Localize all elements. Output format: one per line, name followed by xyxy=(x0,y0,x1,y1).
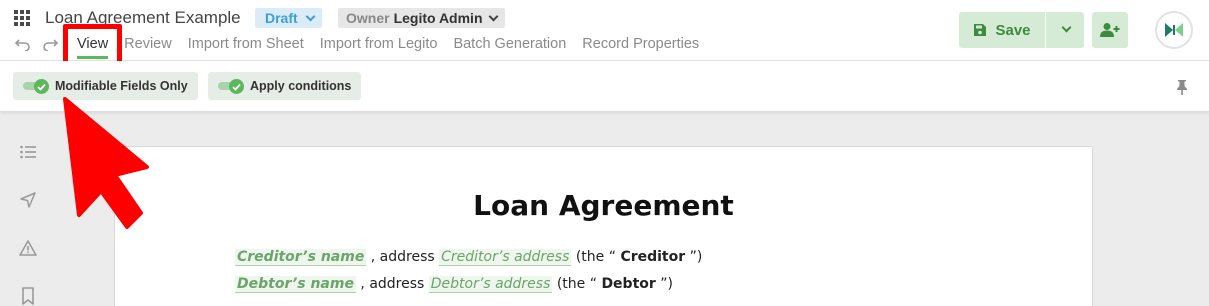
toggle-label: Apply conditions xyxy=(250,79,352,93)
apps-grid-icon[interactable] xyxy=(14,10,30,26)
logo-icon xyxy=(1165,23,1183,37)
floppy-disk-icon xyxy=(974,24,987,36)
term-creditor: Creditor xyxy=(620,249,686,265)
tab-import-from-sheet[interactable]: Import from Sheet xyxy=(188,36,304,52)
parties-line-creditor: Creditor’s name , address Creditor’s add… xyxy=(235,249,702,266)
bookmark-icon[interactable] xyxy=(19,287,37,305)
text-pre: (the “ xyxy=(575,249,616,265)
list-icon[interactable] xyxy=(19,143,37,161)
legito-logo xyxy=(1155,11,1193,49)
field-creditor-name[interactable]: Creditor’s name xyxy=(235,249,367,266)
text-sep: , address xyxy=(370,249,435,265)
save-label: Save xyxy=(995,21,1031,39)
chevron-down-icon xyxy=(1061,22,1072,33)
redo-icon[interactable] xyxy=(42,37,58,51)
tab-bar: View Review Import from Sheet Import fro… xyxy=(77,36,715,59)
chevron-down-icon xyxy=(305,11,316,21)
add-user-icon xyxy=(1100,23,1120,37)
add-user-button[interactable] xyxy=(1092,12,1128,48)
navigation-icon[interactable] xyxy=(19,191,37,209)
save-button[interactable]: Save xyxy=(959,12,1045,48)
warning-icon[interactable] xyxy=(19,239,37,257)
save-options-dropdown[interactable] xyxy=(1046,12,1084,48)
chevron-down-icon xyxy=(488,11,498,21)
owner-label: Owner xyxy=(346,10,390,26)
owner-value: Legito Admin xyxy=(393,10,483,26)
parties-line-debtor: Debtor’s name , address Debtor’s address… xyxy=(235,276,673,293)
text-post: ”) xyxy=(660,276,673,292)
status-label: Draft xyxy=(265,10,298,26)
status-dropdown[interactable]: Draft xyxy=(255,8,322,28)
term-debtor: Debtor xyxy=(601,276,656,292)
view-toolbar: Modifiable Fields Only Apply conditions xyxy=(0,61,1209,112)
app-header: Loan Agreement Example Draft Owner Legit… xyxy=(0,0,1209,70)
text-pre: (the “ xyxy=(556,276,597,292)
toggle-switch[interactable] xyxy=(218,79,244,94)
undo-icon[interactable] xyxy=(15,37,31,51)
document-page: Loan Agreement Creditor’s name , address… xyxy=(114,146,1093,306)
annotation-arrow xyxy=(63,97,149,229)
field-creditor-address[interactable]: Creditor’s address xyxy=(439,249,572,266)
owner-dropdown[interactable]: Owner Legito Admin xyxy=(338,8,505,28)
tab-review[interactable]: Review xyxy=(124,36,172,52)
field-debtor-address[interactable]: Debtor’s address xyxy=(428,276,553,293)
checkmark-icon xyxy=(37,83,46,91)
toggle-apply-conditions[interactable]: Apply conditions xyxy=(208,72,362,100)
checkmark-icon xyxy=(232,83,241,91)
field-debtor-name[interactable]: Debtor’s name xyxy=(235,276,356,293)
tab-import-from-legito[interactable]: Import from Legito xyxy=(320,36,438,52)
text-post: ”) xyxy=(689,249,703,265)
pin-icon[interactable] xyxy=(1173,78,1191,96)
tab-batch-generation[interactable]: Batch Generation xyxy=(453,36,566,52)
tab-record-properties[interactable]: Record Properties xyxy=(582,36,699,52)
save-button-group: Save xyxy=(959,12,1084,48)
document-heading: Loan Agreement xyxy=(473,189,734,222)
text-sep: , address xyxy=(360,276,425,292)
toggle-label: Modifiable Fields Only xyxy=(55,79,188,93)
toggle-switch[interactable] xyxy=(23,79,49,94)
